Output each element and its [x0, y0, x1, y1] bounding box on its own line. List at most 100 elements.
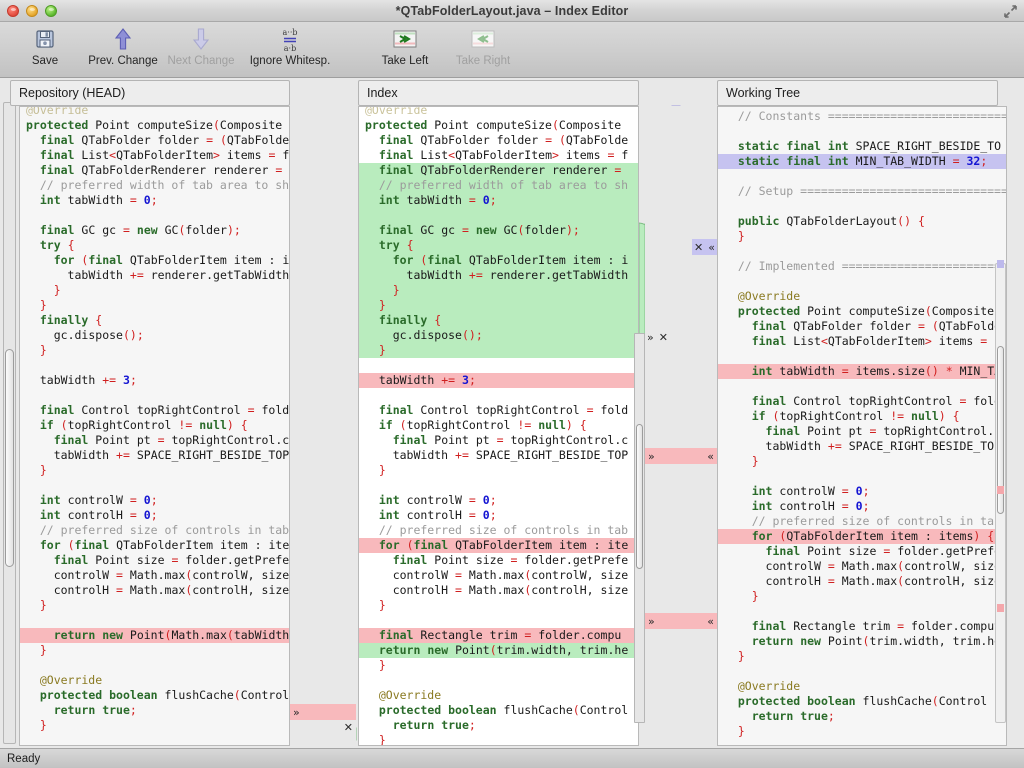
code-line[interactable]: }: [359, 598, 638, 613]
code-line[interactable]: }: [20, 718, 289, 733]
code-line[interactable]: }: [718, 589, 1006, 604]
code-line[interactable]: final Point pt = topRightControl.c: [20, 433, 289, 448]
code-line[interactable]: [359, 613, 638, 628]
code-line[interactable]: [359, 478, 638, 493]
gutter-band-deleted[interactable]: »: [290, 704, 356, 720]
gutter-band-modified-1[interactable]: ✕ «: [692, 239, 717, 255]
code-line[interactable]: }: [359, 733, 638, 745]
code-line[interactable]: [718, 199, 1006, 214]
code-line[interactable]: }: [20, 298, 289, 313]
code-pane-working-tree[interactable]: // Constants ========================== …: [717, 106, 1007, 746]
code-pane-index[interactable]: @Override protected Point computeSize(Com…: [358, 106, 639, 746]
take-right-button[interactable]: Take Right: [444, 22, 522, 76]
code-line[interactable]: tabWidth += SPACE_RIGHT_BESIDE_TOP: [359, 448, 638, 463]
code-pane-repository[interactable]: @Override protected Point computeSize(Com…: [19, 106, 290, 746]
save-button[interactable]: Save: [6, 22, 84, 76]
code-line[interactable]: return true;: [718, 709, 1006, 724]
code-line[interactable]: // Setup ==============================: [718, 184, 1006, 199]
code-line[interactable]: }: [20, 283, 289, 298]
code-line[interactable]: int controlW = 0;: [718, 484, 1006, 499]
code-line[interactable]: }: [359, 283, 638, 298]
code-line[interactable]: }: [20, 643, 289, 658]
code-line[interactable]: final GC gc = new GC(folder);: [20, 223, 289, 238]
code-line[interactable]: controlH = Math.max(controlH, size: [718, 574, 1006, 589]
code-line[interactable]: }: [718, 229, 1006, 244]
change-marker-deleted[interactable]: [997, 486, 1004, 494]
code-line[interactable]: }: [359, 463, 638, 478]
code-line[interactable]: tabWidth += SPACE_RIGHT_BESIDE_TOP: [20, 448, 289, 463]
code-line[interactable]: final Control topRightControl = fold: [718, 394, 1006, 409]
gutter-band-deleted-2[interactable]: » «: [645, 613, 717, 629]
code-line[interactable]: [718, 169, 1006, 184]
code-line[interactable]: final QTabFolderRenderer renderer =: [20, 163, 289, 178]
code-line[interactable]: final List<QTabFolderItem> items = f: [20, 148, 289, 163]
apply-right-chevron-icon[interactable]: »: [293, 706, 300, 719]
code-line[interactable]: // preferred size of controls in tab: [359, 523, 638, 538]
code-line[interactable]: gc.dispose();: [20, 328, 289, 343]
code-line[interactable]: }: [20, 463, 289, 478]
apply-right-chevron-icon[interactable]: »: [648, 615, 655, 628]
code-line[interactable]: return new Point(trim.width, trim.he: [359, 643, 638, 658]
code-line[interactable]: return new Point(Math.max(tabWidth,: [20, 628, 289, 643]
code-line[interactable]: [20, 208, 289, 223]
code-line[interactable]: controlH = Math.max(controlH, size: [359, 583, 638, 598]
index-scrollbar[interactable]: [634, 333, 645, 723]
code-line[interactable]: }: [20, 598, 289, 613]
code-line[interactable]: tabWidth += renderer.getTabWidth: [20, 268, 289, 283]
code-line[interactable]: finally {: [359, 313, 638, 328]
code-line[interactable]: if (topRightControl != null) {: [718, 409, 1006, 424]
code-line[interactable]: controlW = Math.max(controlW, size: [359, 568, 638, 583]
ignore-whitespace-button[interactable]: a··b a·b Ignore Whitesp.: [240, 22, 340, 76]
code-line[interactable]: // Constants ==========================: [718, 109, 1006, 124]
code-line[interactable]: @Override: [20, 673, 289, 688]
code-line[interactable]: int tabWidth = 0;: [20, 193, 289, 208]
code-line[interactable]: public QTabFolderLayout() {: [718, 214, 1006, 229]
code-line[interactable]: [718, 469, 1006, 484]
code-line[interactable]: }: [718, 649, 1006, 664]
code-line[interactable]: int controlH = 0;: [359, 508, 638, 523]
code-line[interactable]: if (topRightControl != null) {: [359, 418, 638, 433]
code-line[interactable]: [20, 658, 289, 673]
code-line[interactable]: [359, 673, 638, 688]
code-line[interactable]: return true;: [20, 703, 289, 718]
gutter-band-added-1[interactable]: » ✕: [645, 329, 670, 345]
code-line[interactable]: final QTabFolderRenderer renderer =: [359, 163, 638, 178]
code-line[interactable]: tabWidth += SPACE_RIGHT_BESIDE_TOP: [718, 439, 1006, 454]
code-line[interactable]: for (final QTabFolderItem item : ite: [20, 538, 289, 553]
code-line[interactable]: final Point pt = topRightControl.c: [359, 433, 638, 448]
code-line[interactable]: controlW = Math.max(controlW, size: [718, 559, 1006, 574]
discard-change-icon[interactable]: ✕: [659, 331, 668, 344]
code-line[interactable]: final Rectangle trim = folder.comput: [718, 619, 1006, 634]
code-line[interactable]: gc.dispose();: [359, 328, 638, 343]
code-line[interactable]: for (QTabFolderItem item : items) {: [718, 529, 1006, 544]
gutter-band-added[interactable]: ✕: [290, 720, 356, 734]
left-outer-scrollbar[interactable]: [3, 102, 16, 744]
code-line[interactable]: [359, 388, 638, 403]
change-marker-modified[interactable]: [997, 260, 1004, 268]
code-line[interactable]: [359, 358, 638, 373]
code-line[interactable]: [718, 349, 1006, 364]
code-line[interactable]: int controlH = 0;: [718, 499, 1006, 514]
code-line[interactable]: final Point size = folder.getPrefe: [20, 553, 289, 568]
code-line[interactable]: @Override: [718, 289, 1006, 304]
code-line[interactable]: int controlW = 0;: [359, 493, 638, 508]
code-line[interactable]: return true;: [359, 718, 638, 733]
code-line[interactable]: final GC gc = new GC(folder);: [359, 223, 638, 238]
code-line[interactable]: controlH = Math.max(controlH, size: [20, 583, 289, 598]
code-line[interactable]: final List<QTabFolderItem> items = f: [718, 334, 1006, 349]
code-line[interactable]: final QTabFolder folder = (QTabFolde: [20, 133, 289, 148]
left-outer-scrollbar-thumb[interactable]: [5, 349, 14, 567]
next-change-button[interactable]: Next Change: [162, 22, 240, 76]
code-line[interactable]: final Control topRightControl = fold: [20, 403, 289, 418]
code-line[interactable]: return new Point(trim.width, trim.he: [718, 634, 1006, 649]
code-line[interactable]: [718, 244, 1006, 259]
code-line[interactable]: [20, 613, 289, 628]
code-line[interactable]: static final int MIN_TAB_WIDTH = 32;: [718, 154, 1006, 169]
code-line[interactable]: @Override: [359, 688, 638, 703]
code-line[interactable]: [718, 274, 1006, 289]
code-line[interactable]: protected Point computeSize(Composite: [20, 118, 289, 133]
code-line[interactable]: final Point size = folder.getPrefe: [359, 553, 638, 568]
code-line[interactable]: }: [359, 343, 638, 358]
take-left-button[interactable]: Take Left: [366, 22, 444, 76]
code-line[interactable]: final Point size = folder.getPrefe: [718, 544, 1006, 559]
